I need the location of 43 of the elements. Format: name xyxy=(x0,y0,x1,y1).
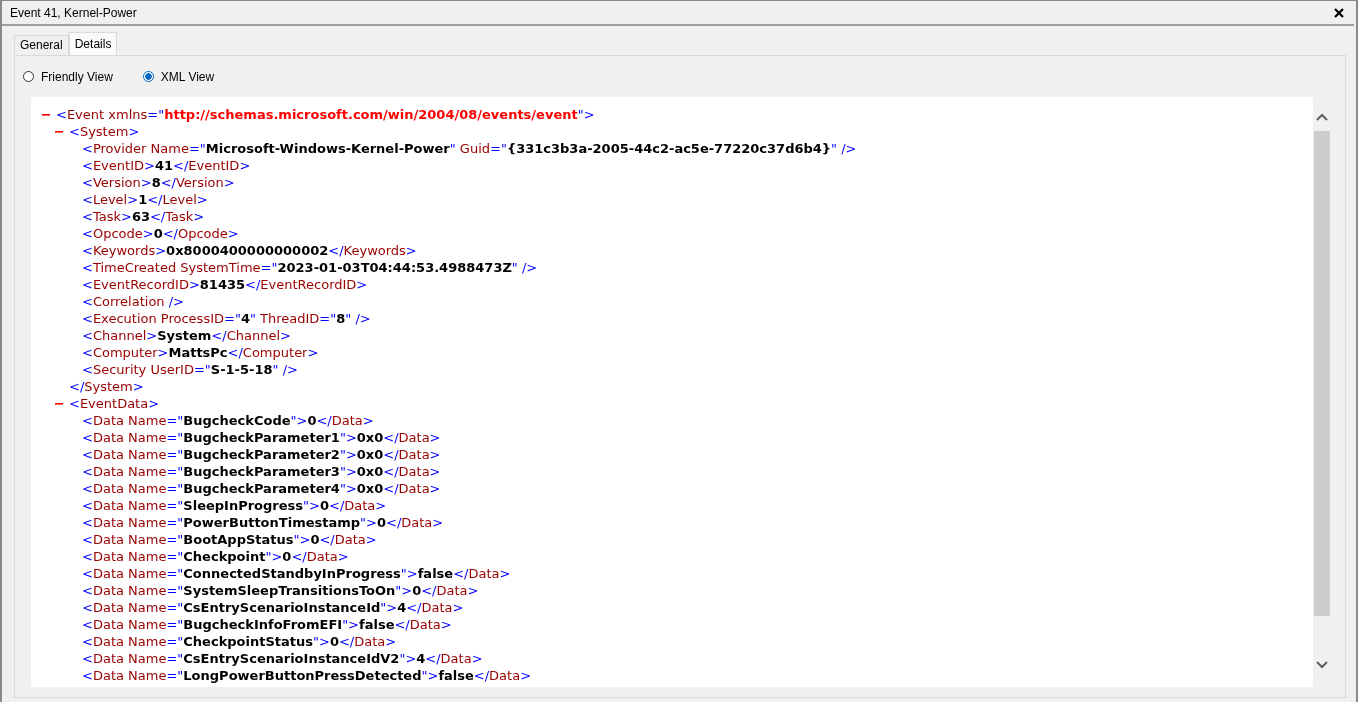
xml-line: <Task>63</Task> xyxy=(82,208,205,225)
xml-line: <Data Name="BootAppStatus">0</Data> xyxy=(82,531,377,548)
xml-line: <Event xmlns="http://schemas.microsoft.com/win/2004/08/events/event"> xyxy=(56,106,595,123)
xml-line: <Data Name="SystemSleepTransitionsToOn">0</Data> xyxy=(82,582,479,599)
xml-line: <Level>1</Level> xyxy=(82,191,208,208)
xml-line: <Data Name="CsEntryScenarioInstanceIdV2">4</Data> xyxy=(82,650,483,667)
xml-line: <Data Name="BugcheckParameter1">0x0</Data> xyxy=(82,429,441,446)
xml-line: </System> xyxy=(69,378,144,395)
xml-line: <Data Name="BugcheckParameter3">0x0</Data> xyxy=(82,463,441,480)
xml-line: <Correlation /> xyxy=(82,293,184,310)
xml-line: <Data Name="Checkpoint">0</Data> xyxy=(82,548,349,565)
radio-option[interactable]: XML View xyxy=(142,68,215,85)
xml-line: <Security UserID="S-1-5-18" /> xyxy=(82,361,298,378)
xml-line: <Computer>MattsPc</Computer> xyxy=(82,344,319,361)
xml-line: <Data Name="BugcheckParameter4">0x0</Data> xyxy=(82,480,441,497)
xml-line: <EventData> xyxy=(69,395,160,412)
xml-line: <Channel>System</Channel> xyxy=(82,327,291,344)
xml-line: <System> xyxy=(69,123,140,140)
xml-line: <EventRecordID>81435</EventRecordID> xyxy=(82,276,368,293)
xml-line: <Data Name="LongPowerButtonPressDetected">false</Data> xyxy=(82,667,532,684)
xml-line: <Version>8</Version> xyxy=(82,174,235,191)
scroll-down-icon[interactable] xyxy=(1315,661,1328,669)
xml-line: <TimeCreated SystemTime="2023-01-03T04:44:53.4988473Z" /> xyxy=(82,259,538,276)
xml-line: <Data Name="SleepInProgress">0</Data> xyxy=(82,497,387,514)
tab[interactable]: Details xyxy=(68,32,118,55)
radio-option[interactable]: Friendly View xyxy=(23,68,113,85)
tab[interactable]: General xyxy=(14,35,69,55)
xml-line: <Data Name="CheckpointStatus">0</Data> xyxy=(82,633,397,650)
close-icon[interactable] xyxy=(1334,7,1344,18)
xml-line: <EventID>41</EventID> xyxy=(82,157,251,174)
xml-line: <Data Name="BugcheckInfoFromEFI">false</Data> xyxy=(82,616,452,633)
xml-line: <Data Name="BugcheckParameter2">0x0</Data> xyxy=(82,446,441,463)
xml-line: <Data Name="ConnectedStandbyInProgress">false</Data> xyxy=(82,565,511,582)
scroll-up-icon[interactable] xyxy=(1315,113,1328,121)
xml-line: <Data Name="PowerButtonTimestamp">0</Data> xyxy=(82,514,444,531)
xml-line: <Provider Name="Microsoft-Windows-Kernel-Power" Guid="{331c3b3a-2005-44c2-ac5e-77220c37d6b4}" /> xyxy=(82,140,857,157)
window-title: Event 41, Kernel-Power xyxy=(10,5,137,20)
xml-line: <Data Name="CsEntryScenarioInstanceId">4</Data> xyxy=(82,599,464,616)
scrollbar-thumb[interactable] xyxy=(1313,131,1330,616)
xml-line: <Data Name="BugcheckCode">0</Data> xyxy=(82,412,374,429)
xml-line: <Execution ProcessID="4" ThreadID="8" /> xyxy=(82,310,371,327)
xml-line: <Opcode>0</Opcode> xyxy=(82,225,239,242)
xml-line: <Keywords>0x8000400000000002</Keywords> xyxy=(82,242,417,259)
